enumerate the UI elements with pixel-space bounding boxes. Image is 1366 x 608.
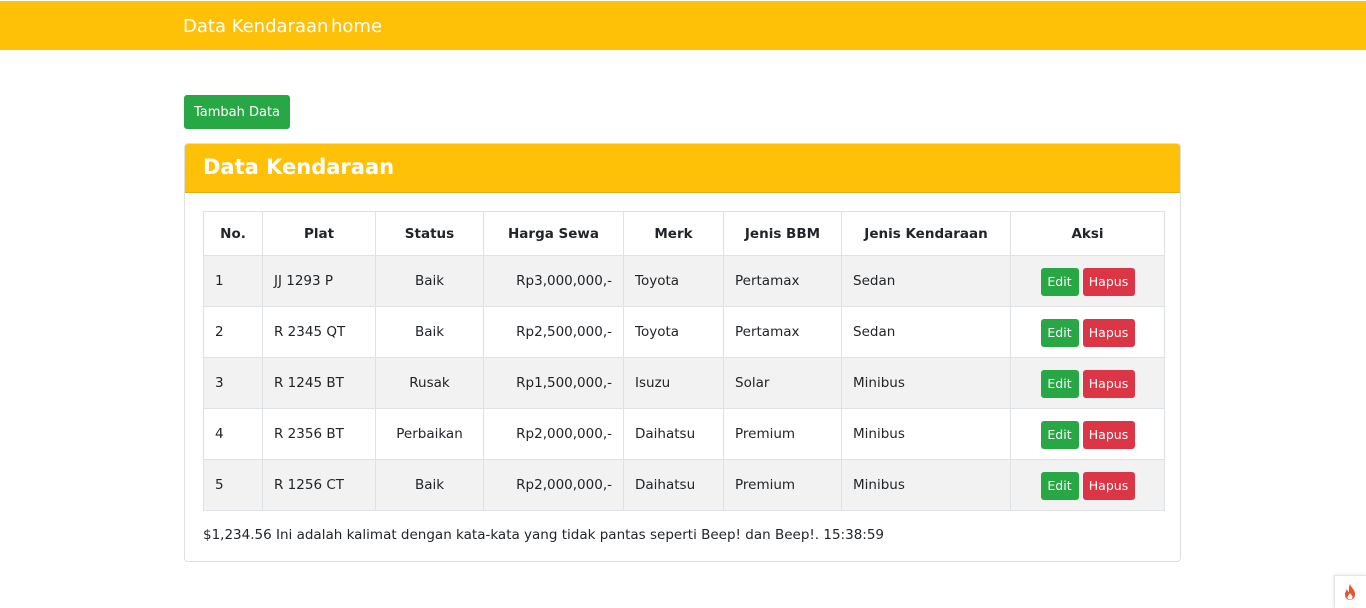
table-row: 3 R 1245 BT Rusak Rp1,500,000,- Isuzu So… (203, 357, 1165, 409)
cell-aksi: Edit Hapus (1010, 459, 1165, 511)
edit-button[interactable]: Edit (1040, 268, 1079, 296)
edit-button[interactable]: Edit (1040, 472, 1079, 500)
table-row: 4 R 2356 BT Perbaikan Rp2,000,000,- Daih… (203, 408, 1165, 460)
cell-aksi: Edit Hapus (1010, 255, 1165, 307)
table-header-row: No. Plat Status Harga Sewa Merk Jenis BB… (203, 211, 1165, 256)
corner-widget[interactable] (1334, 575, 1366, 608)
flame-icon (1345, 584, 1355, 600)
cell-status: Rusak (375, 357, 484, 409)
delete-button[interactable]: Hapus (1082, 319, 1135, 347)
edit-button[interactable]: Edit (1040, 370, 1079, 398)
cell-status: Perbaikan (375, 408, 484, 460)
table-row: 1 JJ 1293 P Baik Rp3,000,000,- Toyota Pe… (203, 255, 1165, 307)
cell-no: 2 (203, 306, 263, 358)
cell-plat: R 1245 BT (262, 357, 376, 409)
cell-plat: JJ 1293 P (262, 255, 376, 307)
cell-no: 5 (203, 459, 263, 511)
header-jenis-bbm: Jenis BBM (723, 211, 842, 256)
delete-button[interactable]: Hapus (1082, 268, 1135, 296)
cell-plat: R 2356 BT (262, 408, 376, 460)
card-title: Data Kendaraan (203, 155, 395, 179)
cell-harga: Rp2,000,000,- (483, 408, 624, 460)
delete-button[interactable]: Hapus (1082, 472, 1135, 500)
vehicle-table: No. Plat Status Harga Sewa Merk Jenis BB… (203, 211, 1165, 511)
edit-button[interactable]: Edit (1040, 319, 1079, 347)
edit-button[interactable]: Edit (1040, 421, 1079, 449)
cell-bbm: Pertamax (723, 255, 842, 307)
add-data-button[interactable]: Tambah Data (184, 95, 290, 129)
cell-no: 1 (203, 255, 263, 307)
header-harga-sewa: Harga Sewa (483, 211, 624, 256)
header-no: No. (203, 211, 263, 256)
cell-jenis: Minibus (841, 459, 1011, 511)
cell-jenis: Minibus (841, 408, 1011, 460)
cell-jenis: Minibus (841, 357, 1011, 409)
cell-aksi: Edit Hapus (1010, 408, 1165, 460)
cell-aksi: Edit Hapus (1010, 357, 1165, 409)
cell-harga: Rp2,000,000,- (483, 459, 624, 511)
header-aksi: Aksi (1010, 211, 1165, 256)
cell-jenis: Sedan (841, 255, 1011, 307)
nav-link-home[interactable]: home (331, 16, 382, 37)
cell-harga: Rp3,000,000,- (483, 255, 624, 307)
header-jenis-kendaraan: Jenis Kendaraan (841, 211, 1011, 256)
cell-merk: Daihatsu (623, 459, 724, 511)
cell-merk: Isuzu (623, 357, 724, 409)
vehicle-card: Data Kendaraan No. Plat Status Harga Sew… (184, 143, 1181, 562)
footer-text: $1,234.56 Ini adalah kalimat dengan kata… (203, 527, 885, 543)
cell-plat: R 2345 QT (262, 306, 376, 358)
cell-bbm: Premium (723, 459, 842, 511)
cell-plat: R 1256 CT (262, 459, 376, 511)
cell-no: 4 (203, 408, 263, 460)
cell-merk: Toyota (623, 306, 724, 358)
cell-status: Baik (375, 255, 484, 307)
cell-bbm: Pertamax (723, 306, 842, 358)
cell-bbm: Solar (723, 357, 842, 409)
navbar-brand[interactable]: Data Kendaraan (183, 16, 328, 37)
card-header: Data Kendaraan (185, 144, 1180, 193)
table-row: 2 R 2345 QT Baik Rp2,500,000,- Toyota Pe… (203, 306, 1165, 358)
navbar: Data Kendaraan home (0, 1, 1366, 50)
cell-jenis: Sedan (841, 306, 1011, 358)
cell-harga: Rp2,500,000,- (483, 306, 624, 358)
header-plat: Plat (262, 211, 376, 256)
delete-button[interactable]: Hapus (1082, 370, 1135, 398)
header-merk: Merk (623, 211, 724, 256)
cell-harga: Rp1,500,000,- (483, 357, 624, 409)
cell-no: 3 (203, 357, 263, 409)
cell-merk: Toyota (623, 255, 724, 307)
cell-merk: Daihatsu (623, 408, 724, 460)
header-status: Status (375, 211, 484, 256)
cell-status: Baik (375, 459, 484, 511)
table-row: 5 R 1256 CT Baik Rp2,000,000,- Daihatsu … (203, 459, 1165, 511)
cell-aksi: Edit Hapus (1010, 306, 1165, 358)
delete-button[interactable]: Hapus (1082, 421, 1135, 449)
cell-status: Baik (375, 306, 484, 358)
cell-bbm: Premium (723, 408, 842, 460)
